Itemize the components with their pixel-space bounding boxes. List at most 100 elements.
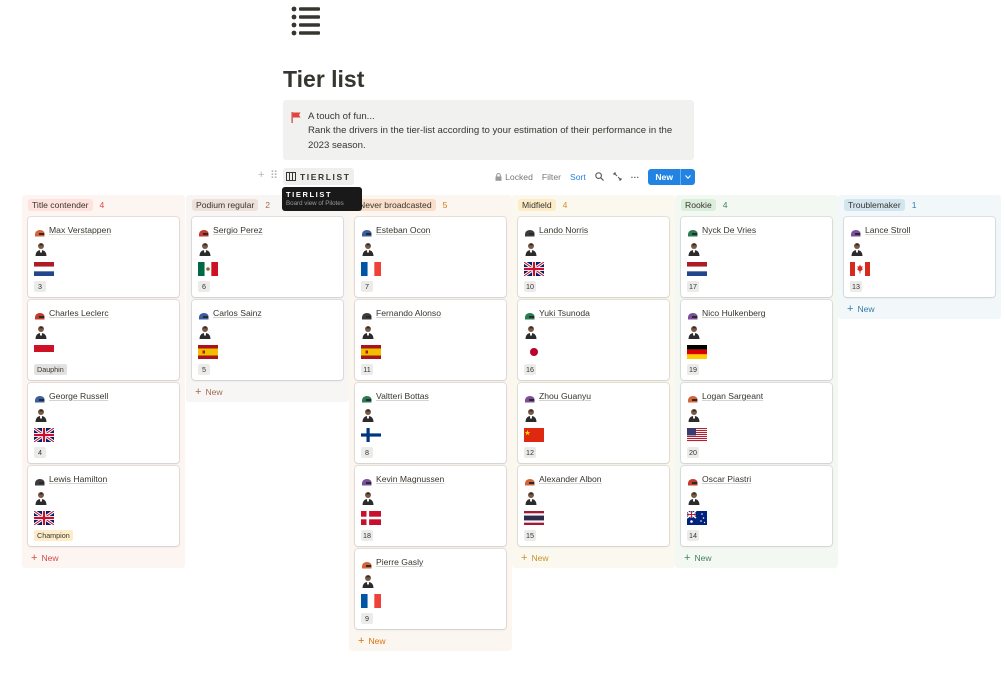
page-title[interactable]: Tier list [283,66,364,93]
driver-card[interactable]: Valtteri Bottas 8 [355,383,506,463]
driver-card[interactable]: Lando Norris 10 [518,217,669,297]
column-group-label[interactable]: Troublemaker [844,199,905,211]
driver-card[interactable]: George Russell 4 [28,383,179,463]
tab-tierlist[interactable]: TIERLIST [283,168,354,185]
column-header[interactable]: Rookie 4 [678,195,835,215]
helmet-icon [687,391,698,403]
driver-number: 19 [687,364,699,375]
drag-handle-icon[interactable]: ⠿ [270,169,278,182]
view-tooltip: TIERLIST Board view of Pilotes [282,187,362,211]
expand-icon[interactable] [613,172,622,181]
driver-name[interactable]: Logan Sargeant [702,391,763,401]
column-count: 1 [911,200,917,210]
driver-card[interactable]: Nyck De Vries 17 [681,217,832,297]
board-column: Midfield 4 Lando Norris 10 Yuki Tsunoda 16 Zho… [512,195,675,568]
add-new-card-button[interactable]: + New [358,631,509,651]
column-header[interactable]: Midfield 4 [515,195,672,215]
plus-icon: + [684,552,691,564]
new-button[interactable]: New [648,168,695,185]
helmet-icon [524,474,535,486]
callout-line[interactable]: Rank the drivers in the tier-list accord… [308,124,682,138]
column-group-label[interactable]: Title contender [28,199,93,211]
driver-card[interactable]: Charles Leclerc Dauphin [28,300,179,380]
driver-card[interactable]: Lewis Hamilton Champion [28,466,179,546]
driver-name[interactable]: Zhou Guanyu [539,391,591,401]
driver-card[interactable]: Yuki Tsunoda 16 [518,300,669,380]
france-flag-icon [361,594,381,608]
add-new-card-button[interactable]: + New [521,548,672,568]
sort-button[interactable]: Sort [570,172,586,182]
helmet-icon [361,557,372,569]
driver-card[interactable]: Carlos Sainz 5 [192,300,343,380]
driver-avatar-icon [525,242,537,256]
driver-name[interactable]: Carlos Sainz [213,308,262,318]
callout-line[interactable]: A touch of fun... [308,110,682,124]
uk-flag-icon [33,509,55,527]
status-badge: Dauphin [34,364,67,375]
bulleted-list-icon[interactable] [291,6,321,36]
driver-name[interactable]: Nyck De Vries [702,225,756,235]
add-new-label: New [41,553,59,563]
driver-name[interactable]: Esteban Ocon [376,225,430,235]
driver-card[interactable]: Oscar Piastri 14 [681,466,832,546]
column-header[interactable]: Title contender 4 [25,195,182,215]
more-options-icon[interactable]: ··· [631,172,640,182]
driver-name[interactable]: Charles Leclerc [49,308,109,318]
filter-button[interactable]: Filter [542,172,561,182]
add-new-card-button[interactable]: + New [195,382,346,402]
column-header[interactable]: Never broadcasted 5 [352,195,509,215]
driver-name[interactable]: Nico Hulkenberg [702,308,766,318]
helmet-icon [361,225,372,237]
helmet-icon [34,225,45,237]
locked-button[interactable]: Locked [495,172,533,182]
column-group-label[interactable]: Midfield [518,199,556,211]
driver-name[interactable]: Alexander Albon [539,474,602,484]
driver-card[interactable]: Lance Stroll 13 [844,217,995,297]
driver-name[interactable]: George Russell [49,391,108,401]
add-new-card-button[interactable]: + New [684,548,835,568]
driver-avatar-icon [525,408,537,422]
driver-name[interactable]: Max Verstappen [49,225,111,235]
driver-card[interactable]: Kevin Magnussen 18 [355,466,506,546]
helmet-icon [524,391,535,403]
driver-name[interactable]: Yuki Tsunoda [539,308,590,318]
driver-card[interactable]: Logan Sargeant 20 [681,383,832,463]
driver-number: 10 [524,281,536,292]
driver-name[interactable]: Fernando Alonso [376,308,441,318]
callout-line[interactable]: 2023 season. [308,139,682,153]
helmet-icon [850,225,861,237]
column-header[interactable]: Troublemaker 1 [841,195,998,215]
driver-name[interactable]: Oscar Piastri [702,474,751,484]
driver-avatar-icon [688,408,700,422]
driver-card[interactable]: Pierre Gasly 9 [355,549,506,629]
add-block-icon[interactable]: + [258,169,264,181]
driver-card[interactable]: Fernando Alonso 11 [355,300,506,380]
driver-name[interactable]: Valtteri Bottas [376,391,429,401]
driver-name[interactable]: Lance Stroll [865,225,910,235]
column-group-label[interactable]: Rookie [681,199,716,211]
driver-card[interactable]: Sergio Perez 6 [192,217,343,297]
helmet-icon [34,391,45,403]
driver-card[interactable]: Nico Hulkenberg 19 [681,300,832,380]
driver-card[interactable]: Alexander Albon 15 [518,466,669,546]
driver-name[interactable]: Kevin Magnussen [376,474,444,484]
add-new-card-button[interactable]: + New [847,299,998,319]
helmet-icon [34,474,45,486]
denmark-flag-icon [361,511,381,525]
add-new-card-button[interactable]: + New [31,548,182,568]
driver-card[interactable]: Max Verstappen 3 [28,217,179,297]
helmet-icon [524,308,535,320]
chevron-down-icon[interactable] [680,168,695,185]
driver-name[interactable]: Lewis Hamilton [49,474,107,484]
driver-name[interactable]: Lando Norris [539,225,588,235]
driver-name[interactable]: Sergio Perez [213,225,263,235]
driver-name[interactable]: Pierre Gasly [376,557,423,567]
search-icon[interactable] [594,172,604,181]
driver-avatar-icon [199,325,211,339]
driver-number: 11 [361,364,373,375]
column-group-label[interactable]: Podium regular [192,199,259,211]
driver-card[interactable]: Zhou Guanyu 12 [518,383,669,463]
column-group-label[interactable]: Never broadcasted [355,199,436,211]
new-button-label[interactable]: New [648,169,680,185]
driver-card[interactable]: Esteban Ocon 7 [355,217,506,297]
